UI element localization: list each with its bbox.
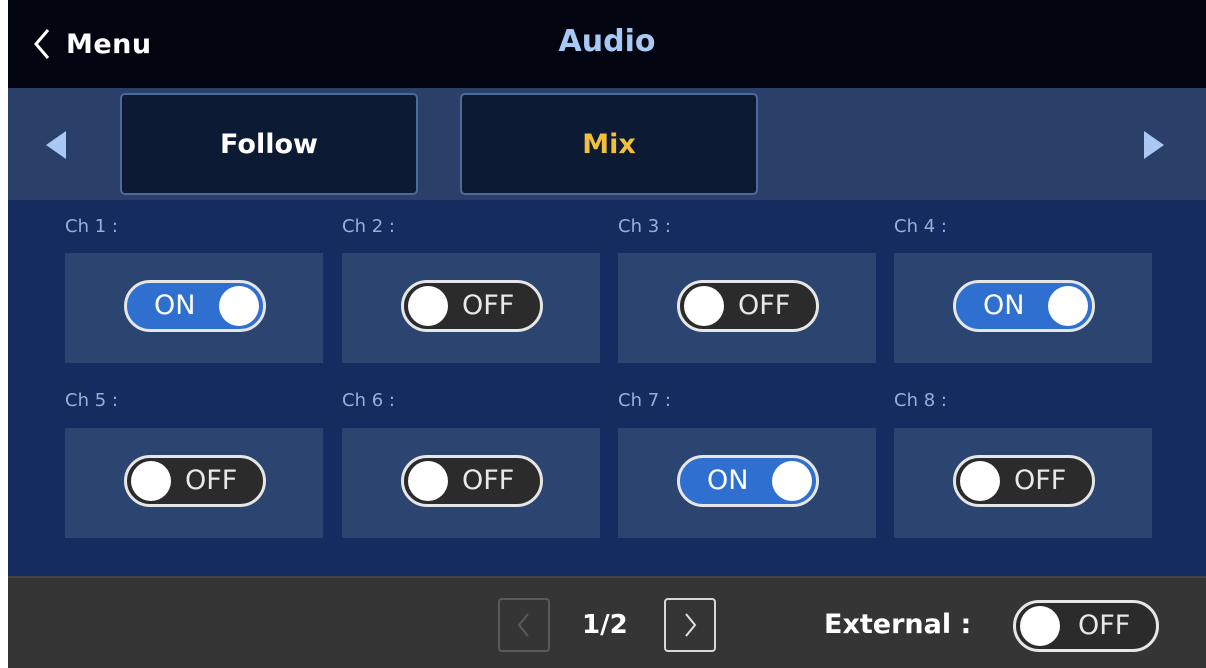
toggle-state-label: ON bbox=[983, 290, 1025, 321]
channel-cell: ON bbox=[618, 428, 876, 538]
toggle-knob bbox=[131, 461, 171, 501]
toggle-state-label: OFF bbox=[185, 465, 238, 496]
channel-label: Ch 5 : bbox=[65, 390, 118, 411]
footer-bar: 1/2 External : OFF bbox=[8, 576, 1206, 668]
page-prev-button[interactable] bbox=[498, 598, 550, 652]
channel-label: Ch 6 : bbox=[342, 390, 395, 411]
toggle-knob bbox=[960, 461, 1000, 501]
toggle-knob bbox=[684, 286, 724, 326]
channel-cell: ON bbox=[894, 253, 1152, 363]
channel-8-toggle[interactable]: OFF bbox=[953, 455, 1095, 507]
page-next-button[interactable] bbox=[664, 598, 716, 652]
toggle-state-label: OFF bbox=[738, 290, 791, 321]
toggle-knob bbox=[408, 286, 448, 326]
chevron-right-icon bbox=[685, 613, 697, 637]
tab-follow[interactable]: Follow bbox=[120, 93, 418, 195]
channel-label: Ch 1 : bbox=[65, 216, 118, 237]
channel-label: Ch 8 : bbox=[894, 390, 947, 411]
channel-4-toggle[interactable]: ON bbox=[953, 280, 1095, 332]
channel-label: Ch 7 : bbox=[618, 390, 671, 411]
external-toggle[interactable]: OFF bbox=[1013, 600, 1159, 652]
toggle-state-label: OFF bbox=[462, 290, 515, 321]
tab-mix[interactable]: Mix bbox=[460, 93, 758, 195]
toggle-state-label: OFF bbox=[1078, 610, 1131, 641]
channel-cell: OFF bbox=[65, 428, 323, 538]
channel-label: Ch 4 : bbox=[894, 216, 947, 237]
channel-cell: OFF bbox=[618, 253, 876, 363]
toggle-knob bbox=[408, 461, 448, 501]
channel-7-toggle[interactable]: ON bbox=[677, 455, 819, 507]
channel-label: Ch 3 : bbox=[618, 216, 671, 237]
channel-grid: Ch 1 : Ch 2 : Ch 3 : Ch 4 : ON OFF OFF O… bbox=[8, 200, 1206, 576]
channel-cell: OFF bbox=[894, 428, 1152, 538]
channel-1-toggle[interactable]: ON bbox=[124, 280, 266, 332]
triangle-left-icon[interactable] bbox=[40, 125, 76, 165]
audio-screen: Menu Audio Follow Mix Ch 1 : Ch 2 : Ch 3… bbox=[8, 0, 1206, 668]
toggle-knob bbox=[1020, 606, 1060, 646]
channel-3-toggle[interactable]: OFF bbox=[677, 280, 819, 332]
toggle-state-label: ON bbox=[707, 465, 749, 496]
toggle-knob bbox=[772, 461, 812, 501]
page-title: Audio bbox=[558, 24, 656, 59]
header-bar: Menu Audio bbox=[8, 0, 1206, 88]
channel-cell: OFF bbox=[342, 428, 600, 538]
toggle-state-label: ON bbox=[154, 290, 196, 321]
toggle-knob bbox=[1048, 286, 1088, 326]
tab-bar: Follow Mix bbox=[8, 88, 1206, 200]
channel-cell: ON bbox=[65, 253, 323, 363]
channel-6-toggle[interactable]: OFF bbox=[401, 455, 543, 507]
external-label: External : bbox=[824, 609, 972, 640]
toggle-state-label: OFF bbox=[1014, 465, 1067, 496]
channel-2-toggle[interactable]: OFF bbox=[401, 280, 543, 332]
toggle-knob bbox=[219, 286, 259, 326]
page-indicator: 1/2 bbox=[582, 610, 628, 640]
chevron-left-icon bbox=[517, 613, 529, 637]
channel-label: Ch 2 : bbox=[342, 216, 395, 237]
toggle-state-label: OFF bbox=[462, 465, 515, 496]
channel-5-toggle[interactable]: OFF bbox=[124, 455, 266, 507]
triangle-right-icon[interactable] bbox=[1134, 125, 1170, 165]
channel-cell: OFF bbox=[342, 253, 600, 363]
